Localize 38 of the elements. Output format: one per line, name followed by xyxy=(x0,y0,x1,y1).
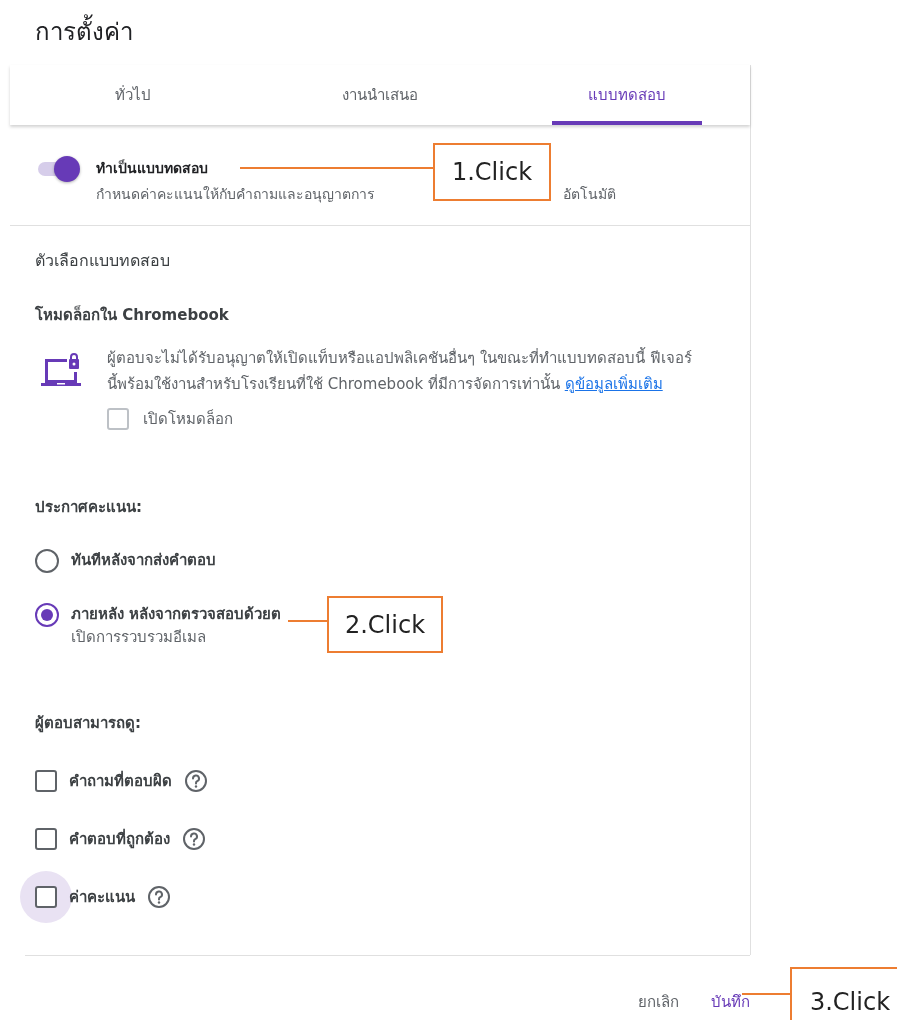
radio-label: ภายหลัง หลังจากตรวจสอบด้วยต xyxy=(71,604,282,625)
section-subheading: ประกาศคะแนน: xyxy=(35,497,142,518)
learn-more-link[interactable]: ดูข้อมูลเพิ่มเติม xyxy=(564,375,663,393)
checkbox-label: คำตอบที่ถูกต้อง xyxy=(69,827,170,851)
tab[interactable]: แบบทดสอบ xyxy=(551,65,702,125)
help-icon[interactable] xyxy=(182,827,206,851)
page-title: การตั้งค่า xyxy=(0,0,897,65)
tab[interactable]: ทั่วไป xyxy=(58,65,209,125)
toggle-switch[interactable] xyxy=(38,159,80,179)
section-heading: ตัวเลือกแบบทดสอบ xyxy=(35,250,170,272)
save-button[interactable]: บันทึก xyxy=(703,986,750,1018)
section-subheading: ผู้ตอบสามารถดู: xyxy=(35,713,141,735)
callout-label: 1.Click xyxy=(433,143,551,201)
radio-sublabel: เปิดการรวบรวมอีเมล xyxy=(71,627,207,648)
leader-line xyxy=(742,993,790,995)
cancel-button[interactable]: ยกเลิก xyxy=(630,986,687,1018)
radio-label: ทันทีหลังจากส่งคำตอบ xyxy=(71,550,216,571)
toggle-label: ทำเป็นแบบทดสอบ xyxy=(96,160,208,176)
callout-label: 2.Click xyxy=(327,596,443,653)
lock-mode-description: ผู้ตอบจะไม่ได้รับอนุญาตให้เปิดแท็บหรือแอปพลิเคชันอื่นๆ ในขณะที่ทำแบบทดสอบนี้ ฟีเจอร์นี้พร้อมใช้งานสำหรับโรงเรียนที่ใช้ Chromebook ที่มีการจัดการเท่านั้น ดูข้อมูลเพิ่มเติม xyxy=(107,346,692,395)
checkbox-label: ค่าคะแนน xyxy=(69,887,135,908)
checkbox-label: เปิดโหมดล็อก xyxy=(143,408,233,430)
tab[interactable]: งานนำเสนอ xyxy=(305,65,455,125)
toggle-description: กำหนดค่าคะแนนให้กับคำถามและอนุญาตการ xyxy=(96,185,375,205)
section-subheading: โหมดล็อกใน Chromebook xyxy=(35,304,229,326)
callout-label: 3.Click xyxy=(790,967,897,1020)
checkbox[interactable] xyxy=(107,408,129,430)
checkbox[interactable] xyxy=(35,886,57,908)
radio-button[interactable] xyxy=(35,549,59,573)
radio-button[interactable] xyxy=(35,603,59,627)
checkbox[interactable] xyxy=(35,828,57,850)
toggle-description: อัตโนมัติ xyxy=(563,185,616,204)
leader-line xyxy=(288,620,327,622)
checkbox-label: คำถามที่ตอบผิด xyxy=(69,769,172,792)
laptop-lock-icon xyxy=(41,353,81,387)
help-icon[interactable] xyxy=(184,769,208,793)
checkbox[interactable] xyxy=(35,770,57,792)
help-icon[interactable] xyxy=(147,885,171,909)
